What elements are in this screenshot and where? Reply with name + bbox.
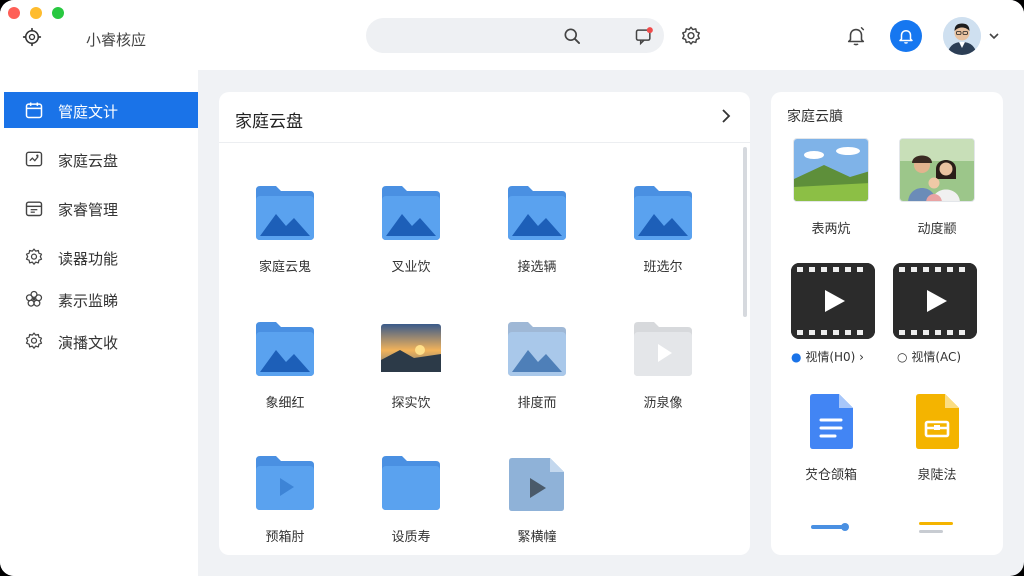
sidebar-item-label: 管庭文计 — [58, 103, 119, 121]
app-gear-icon — [22, 27, 42, 47]
video-thumbnail[interactable] — [893, 263, 977, 339]
sidebar-item-label: 演播文收 — [58, 334, 119, 352]
sidebar-item-label: 素示监睇 — [58, 292, 119, 310]
doc-label: 芡仓颌箱 — [804, 468, 857, 483]
search-input[interactable] — [382, 26, 552, 46]
bell-active-button[interactable] — [890, 20, 922, 52]
app-window: 小睿核应 管庭文计 家庭云盘 家睿管理 读器功能 素示监睇 演播文收 家庭云盘 … — [0, 0, 1024, 576]
calendar-manage-icon — [25, 201, 43, 217]
search-icon[interactable] — [562, 26, 582, 46]
cloud-drive-card: 家庭云盘 家庭云鬼 叉业饮 接选辆 班选尔 象细红 探实饮 排度而 沥泉像 预箱… — [219, 92, 750, 555]
file-label: 叉业饮 — [391, 260, 431, 275]
sidebar-item-label: 家睿管理 — [58, 201, 119, 219]
calendar-icon — [25, 102, 43, 119]
sidebar-item-cloud-drive[interactable]: 家庭云盘 — [4, 141, 198, 177]
notification-bell-icon[interactable] — [845, 25, 867, 47]
card-title: 家庭云盘 — [235, 112, 303, 132]
sunset-photo-thumbnail — [381, 324, 441, 372]
cloud-drive-icon — [25, 151, 43, 167]
file-label: 预箱肘 — [265, 530, 305, 545]
gear-icon — [25, 248, 43, 265]
sidebar-item-label: 读器功能 — [58, 250, 119, 268]
message-icon[interactable] — [634, 26, 654, 46]
file-item[interactable]: 緊横幢 — [492, 454, 582, 545]
scrollbar[interactable] — [743, 147, 747, 317]
image-folder-icon — [256, 186, 314, 240]
chevron-right-icon[interactable] — [719, 108, 733, 124]
sidebar-item-family-plan[interactable]: 管庭文计 — [4, 92, 198, 128]
doc-label: 泉陡法 — [917, 468, 957, 483]
sidebar-item-monitor[interactable]: 素示监睇 — [4, 281, 198, 317]
file-label: 设质寿 — [391, 530, 431, 545]
flower-icon — [25, 290, 43, 307]
file-label: 接选辆 — [517, 260, 557, 275]
photo-label: 动度颛 — [917, 222, 957, 237]
folder-icon — [382, 456, 440, 510]
status-line-icon — [919, 522, 953, 525]
progress-knob[interactable] — [841, 523, 849, 531]
file-label: 沥泉像 — [643, 396, 683, 411]
image-folder-icon — [256, 322, 314, 376]
archive-icon[interactable] — [913, 392, 961, 450]
file-item[interactable]: 探实饮 — [366, 320, 456, 411]
sidebar-item-device-features[interactable]: 读器功能 — [4, 239, 198, 275]
file-label: 排度而 — [517, 396, 557, 411]
video-thumbnail[interactable] — [791, 263, 875, 339]
file-label: 象细红 — [265, 396, 305, 411]
file-item[interactable]: 排度而 — [492, 320, 582, 411]
video-label: 视情(AC) — [911, 350, 962, 364]
video-label-row: ● 视情(H0) › — [791, 348, 864, 365]
file-label: 探实饮 — [391, 396, 431, 411]
image-folder-icon — [634, 186, 692, 240]
file-item[interactable]: 叉业饮 — [366, 184, 456, 275]
card-divider — [219, 142, 750, 143]
right-panel: 家庭云膹 表两炕 动度颛 ● 视情(H0) › ○ 视情(AC) 芡仓颌箱 泉陡… — [771, 92, 1003, 555]
file-item[interactable]: 设质寿 — [366, 454, 456, 545]
sidebar-item-label: 家庭云盘 — [58, 152, 119, 170]
file-item[interactable]: 家庭云鬼 — [240, 184, 330, 275]
file-item[interactable]: 预箱肘 — [240, 454, 330, 545]
file-item[interactable]: 接选辆 — [492, 184, 582, 275]
landscape-photo-thumbnail[interactable] — [793, 138, 869, 202]
avatar[interactable] — [943, 17, 981, 55]
close-window-button[interactable] — [8, 7, 20, 19]
chevron-right-icon: › — [859, 350, 864, 364]
file-label: 家庭云鬼 — [258, 260, 311, 275]
top-bar: 小睿核应 — [0, 0, 1024, 70]
sidebar-item-playback[interactable]: 演播文收 — [4, 323, 198, 359]
file-label: 緊横幢 — [517, 530, 557, 545]
status-line-icon — [919, 530, 943, 533]
video-folder-icon — [256, 456, 314, 510]
minimize-window-button[interactable] — [30, 7, 42, 19]
maximize-window-button[interactable] — [52, 7, 64, 19]
family-photo-thumbnail[interactable] — [899, 138, 975, 202]
image-folder-open-icon — [508, 322, 566, 376]
video-label-row: ○ 视情(AC) — [897, 348, 961, 365]
bell-active-icon — [899, 30, 913, 44]
file-item[interactable]: 班选尔 — [618, 184, 708, 275]
sidebar-item-management[interactable]: 家睿管理 — [4, 190, 198, 226]
file-item[interactable]: 沥泉像 — [618, 320, 708, 411]
bullet-icon: ● — [791, 350, 802, 364]
video-file-icon — [509, 458, 564, 511]
video-label: 视情(H0) — [805, 350, 856, 364]
chevron-down-icon[interactable] — [988, 30, 1000, 42]
sidebar: 管庭文计 家庭云盘 家睿管理 读器功能 素示监睇 演播文收 — [0, 70, 198, 576]
video-folder-icon — [634, 322, 692, 376]
image-folder-icon — [382, 186, 440, 240]
settings-icon[interactable] — [680, 25, 702, 47]
image-folder-icon — [508, 186, 566, 240]
progress-indicator — [811, 525, 843, 529]
file-label: 班选尔 — [643, 260, 683, 275]
document-icon[interactable] — [807, 392, 855, 450]
app-title: 小睿核应 — [86, 31, 147, 49]
search-bar[interactable] — [366, 18, 664, 53]
photo-label: 表两炕 — [811, 222, 851, 237]
radio-icon: ○ — [897, 350, 908, 364]
gear-icon — [25, 332, 43, 349]
file-item[interactable]: 象细红 — [240, 320, 330, 411]
right-panel-title: 家庭云膹 — [787, 109, 843, 125]
